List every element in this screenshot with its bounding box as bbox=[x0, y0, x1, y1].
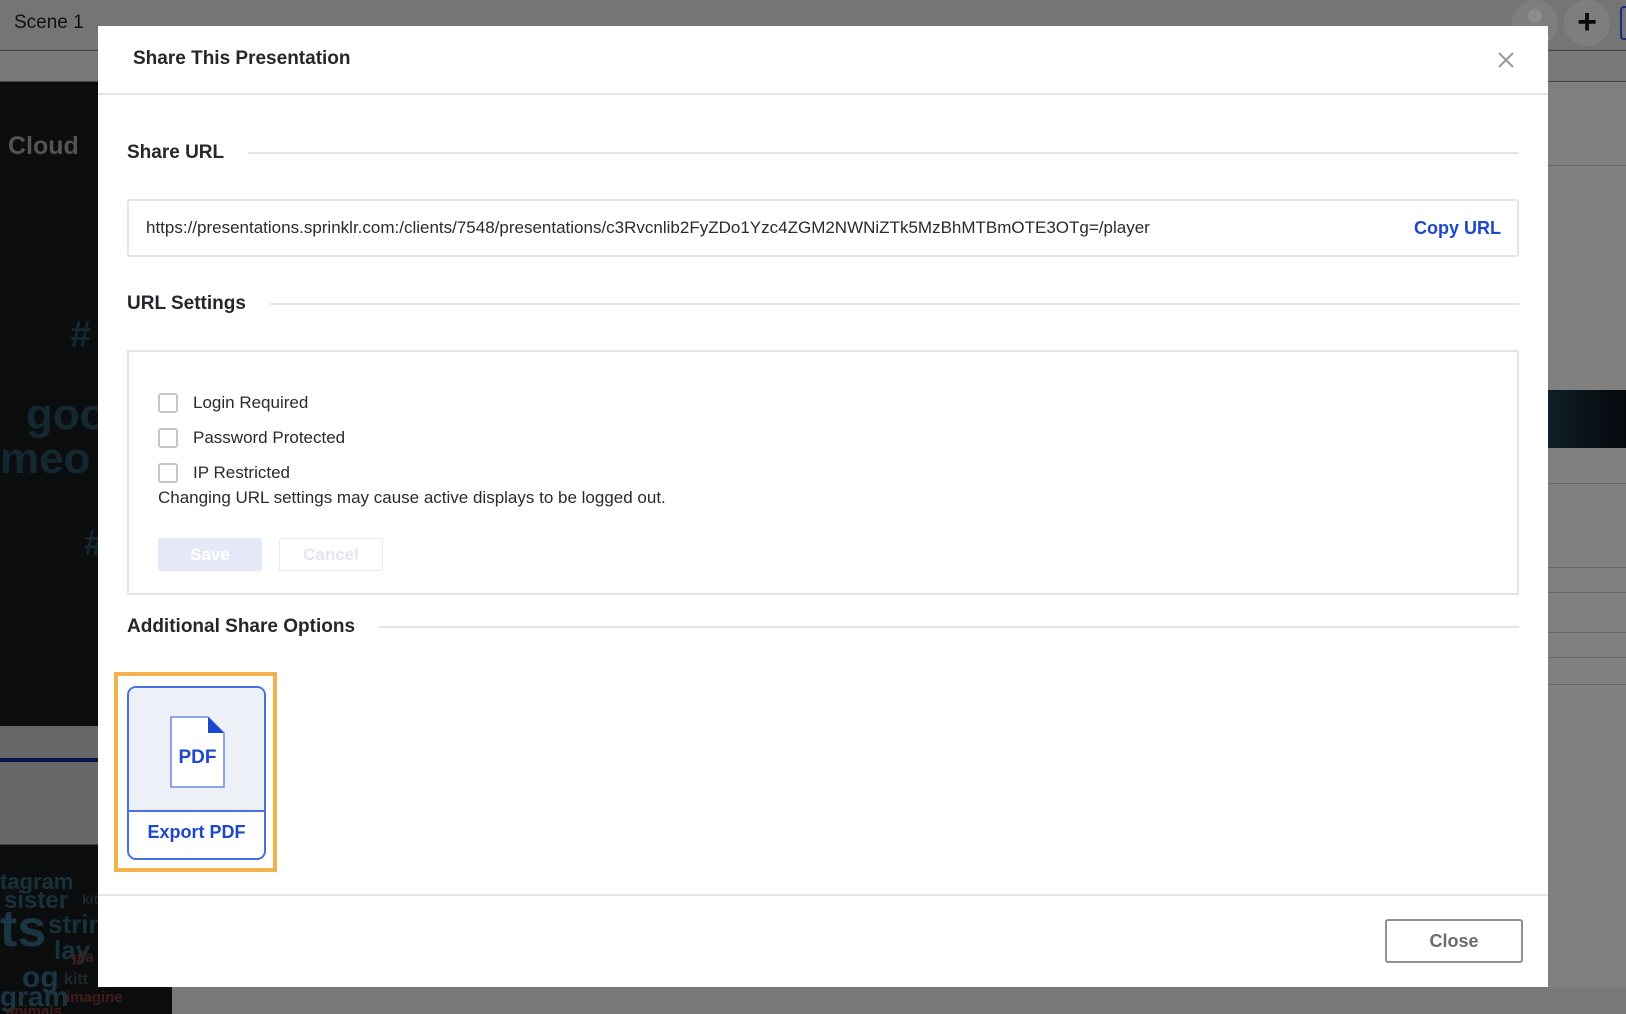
ip-restricted-checkbox[interactable] bbox=[158, 463, 178, 483]
checkbox-label: Login Required bbox=[193, 393, 309, 412]
divider bbox=[269, 303, 1519, 305]
checkbox-label: Password Protected bbox=[193, 428, 346, 447]
share-url-section-header: Share URL bbox=[127, 140, 1519, 166]
close-button[interactable]: Close bbox=[1385, 919, 1523, 963]
login-required-option[interactable]: Login Required bbox=[158, 392, 308, 414]
settings-warning-note: Changing URL settings may cause active d… bbox=[158, 488, 666, 507]
copy-url-button[interactable]: Copy URL bbox=[1414, 218, 1501, 239]
export-pdf-icon-area: PDF bbox=[129, 688, 264, 812]
ip-restricted-option[interactable]: IP Restricted bbox=[158, 462, 290, 484]
divider bbox=[379, 626, 1519, 628]
export-pdf-button[interactable]: PDF Export PDF bbox=[127, 686, 266, 860]
url-settings-panel: Login Required Password Protected IP Res… bbox=[127, 350, 1519, 595]
export-pdf-label: Export PDF bbox=[147, 822, 246, 842]
share-url-value[interactable]: https://presentations.sprinklr.com:/clie… bbox=[146, 218, 1150, 238]
cancel-button[interactable]: Cancel bbox=[279, 538, 383, 571]
close-x-icon[interactable] bbox=[1494, 48, 1518, 72]
dialog-header: Share This Presentation bbox=[98, 26, 1548, 95]
url-settings-section-header: URL Settings bbox=[127, 291, 1519, 317]
dialog-title: Share This Presentation bbox=[133, 48, 351, 69]
share-url-heading: Share URL bbox=[127, 142, 225, 163]
url-settings-heading: URL Settings bbox=[127, 293, 246, 314]
login-required-checkbox[interactable] bbox=[158, 393, 178, 413]
checkbox-label: IP Restricted bbox=[193, 463, 291, 482]
additional-options-section-header: Additional Share Options bbox=[127, 614, 1519, 640]
save-button[interactable]: Save bbox=[158, 538, 262, 571]
share-url-field[interactable]: https://presentations.sprinklr.com:/clie… bbox=[127, 199, 1519, 257]
pdf-icon-text: PDF bbox=[179, 747, 217, 768]
pdf-file-icon: PDF bbox=[170, 716, 225, 788]
additional-options-heading: Additional Share Options bbox=[127, 616, 356, 637]
divider bbox=[248, 152, 1519, 154]
password-protected-option[interactable]: Password Protected bbox=[158, 427, 345, 449]
share-dialog: Share This Presentation Share URL https:… bbox=[98, 26, 1548, 987]
footer-divider bbox=[98, 894, 1548, 896]
password-protected-checkbox[interactable] bbox=[158, 428, 178, 448]
